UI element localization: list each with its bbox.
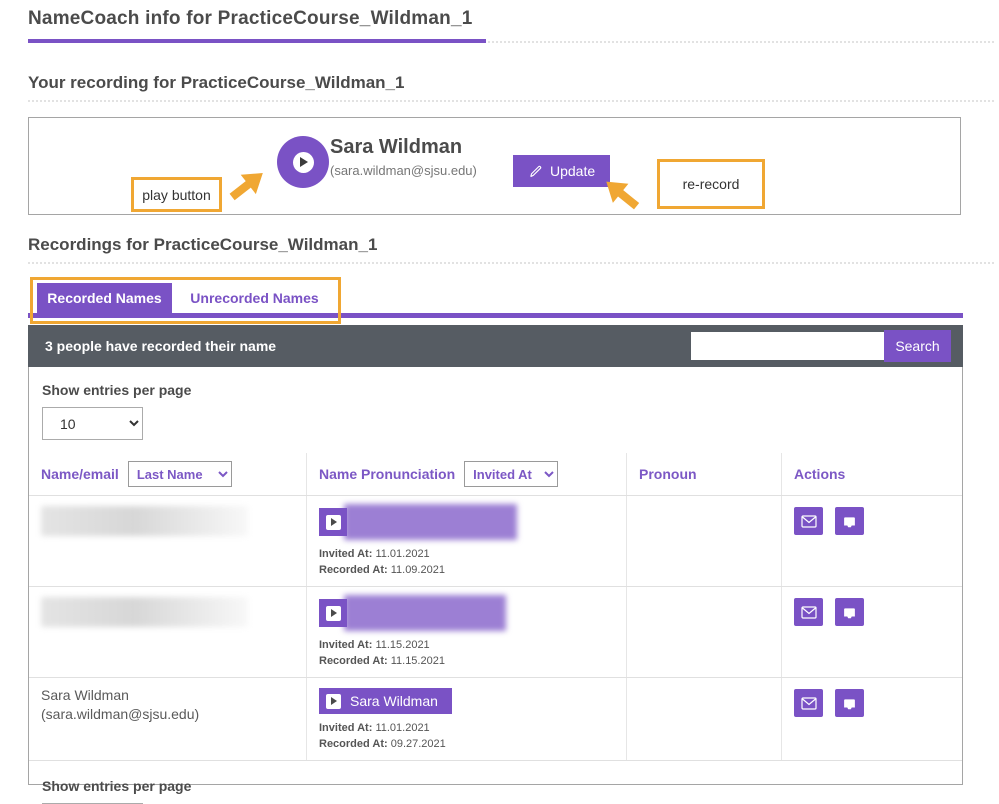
recorded-count-message: 3 people have recorded their name [45, 338, 691, 354]
actions-cell [781, 587, 962, 677]
page-title: NameCoach info for PracticeCourse_Wildma… [28, 8, 473, 30]
entries-per-page-top: Show entries per page 10 [29, 367, 962, 440]
arrow-icon [217, 156, 280, 219]
table-header: Name/email Last Name Name Pronunciation … [29, 453, 962, 495]
redacted-recording-name [344, 504, 517, 540]
person-email: (sara.wildman@sjsu.edu) [41, 705, 294, 724]
pronoun-cell [626, 678, 781, 760]
play-button-annotation: play button [131, 177, 222, 212]
column-actions: Actions [781, 453, 962, 495]
table-body: Invited At: 11.01.2021 Recorded At: 11.0… [29, 495, 962, 761]
actions-cell [781, 496, 962, 586]
divider [28, 100, 994, 102]
recording-dates: Invited At: 11.01.2021 Recorded At: 09.2… [319, 720, 614, 752]
entries-per-page-select[interactable]: 10 [42, 407, 143, 440]
name-email-cell: Sara Wildman (sara.wildman@sjsu.edu) [29, 678, 306, 760]
email-button[interactable] [794, 598, 823, 626]
redacted-recording-name [344, 595, 506, 631]
entries-per-page-label: Show entries per page [42, 778, 949, 794]
play-pronunciation-button[interactable]: Sara Wildman [319, 688, 452, 714]
recording-dates: Invited At: 11.01.2021 Recorded At: 11.0… [319, 546, 614, 578]
namecoach-page: NameCoach info for PracticeCourse_Wildma… [0, 0, 999, 804]
table-row: Invited At: 11.15.2021 Recorded At: 11.1… [29, 586, 962, 677]
name-sort-select[interactable]: Last Name [128, 461, 232, 487]
rerecord-annotation: re-record [657, 159, 765, 209]
column-pronoun: Pronoun [626, 453, 781, 495]
recording-name-label: Sara Wildman [350, 693, 438, 709]
pronunciation-cell: Invited At: 11.15.2021 Recorded At: 11.1… [306, 587, 626, 677]
email-button[interactable] [794, 507, 823, 535]
pencil-icon [528, 164, 543, 179]
inbox-icon [842, 697, 857, 710]
play-icon [293, 152, 314, 173]
inbox-button[interactable] [835, 689, 864, 717]
envelope-icon [801, 515, 817, 528]
status-toolbar: 3 people have recorded their name Search [28, 325, 963, 367]
play-recording-button[interactable] [277, 136, 329, 188]
play-pronunciation-button[interactable] [319, 599, 347, 627]
pronunciation-cell: Invited At: 11.01.2021 Recorded At: 11.0… [306, 496, 626, 586]
search-button[interactable]: Search [884, 330, 951, 362]
recordings-heading: Recordings for PracticeCourse_Wildman_1 [28, 235, 377, 255]
actions-cell [781, 678, 962, 760]
redacted-name [41, 597, 248, 627]
play-pronunciation-button[interactable] [319, 508, 347, 536]
owner-name: Sara Wildman [330, 136, 477, 159]
table-row: Invited At: 11.01.2021 Recorded At: 11.0… [29, 495, 962, 586]
redacted-name [41, 506, 248, 536]
divider [28, 262, 994, 264]
play-icon [326, 606, 341, 621]
your-recording-heading: Your recording for PracticeCourse_Wildma… [28, 73, 404, 93]
name-email-cell [29, 496, 306, 586]
email-button[interactable] [794, 689, 823, 717]
inbox-icon [842, 606, 857, 619]
play-icon [326, 515, 341, 530]
column-name-email: Name/email Last Name [29, 453, 306, 495]
update-button-label: Update [550, 163, 595, 179]
your-recording-card: Sara Wildman (sara.wildman@sjsu.edu) Upd… [28, 117, 961, 215]
entries-per-page-label: Show entries per page [42, 382, 949, 398]
recorded-names-panel: 3 people have recorded their name Search… [28, 325, 963, 785]
recording-dates: Invited At: 11.15.2021 Recorded At: 11.1… [319, 637, 614, 669]
table-row: Sara Wildman (sara.wildman@sjsu.edu) Sar… [29, 677, 962, 760]
entries-per-page-bottom: Show entries per page 10 [29, 761, 962, 804]
inbox-button[interactable] [835, 598, 864, 626]
update-recording-button[interactable]: Update [513, 155, 610, 187]
title-underline [28, 39, 486, 43]
name-email-cell [29, 587, 306, 677]
envelope-icon [801, 697, 817, 710]
owner-email: (sara.wildman@sjsu.edu) [330, 163, 477, 178]
person-name: Sara Wildman [41, 686, 294, 705]
search-input[interactable] [691, 332, 884, 360]
column-name-pronunciation: Name Pronunciation Invited At [306, 453, 626, 495]
pronunciation-cell: Sara Wildman Invited At: 11.01.2021 Reco… [306, 678, 626, 760]
tabs-annotation-box [30, 277, 341, 324]
recording-owner: Sara Wildman (sara.wildman@sjsu.edu) [330, 136, 477, 178]
play-icon [326, 694, 341, 709]
inbox-icon [842, 515, 857, 528]
envelope-icon [801, 606, 817, 619]
pronunciation-sort-select[interactable]: Invited At [464, 461, 558, 487]
inbox-button[interactable] [835, 507, 864, 535]
pronoun-cell [626, 587, 781, 677]
pronoun-cell [626, 496, 781, 586]
